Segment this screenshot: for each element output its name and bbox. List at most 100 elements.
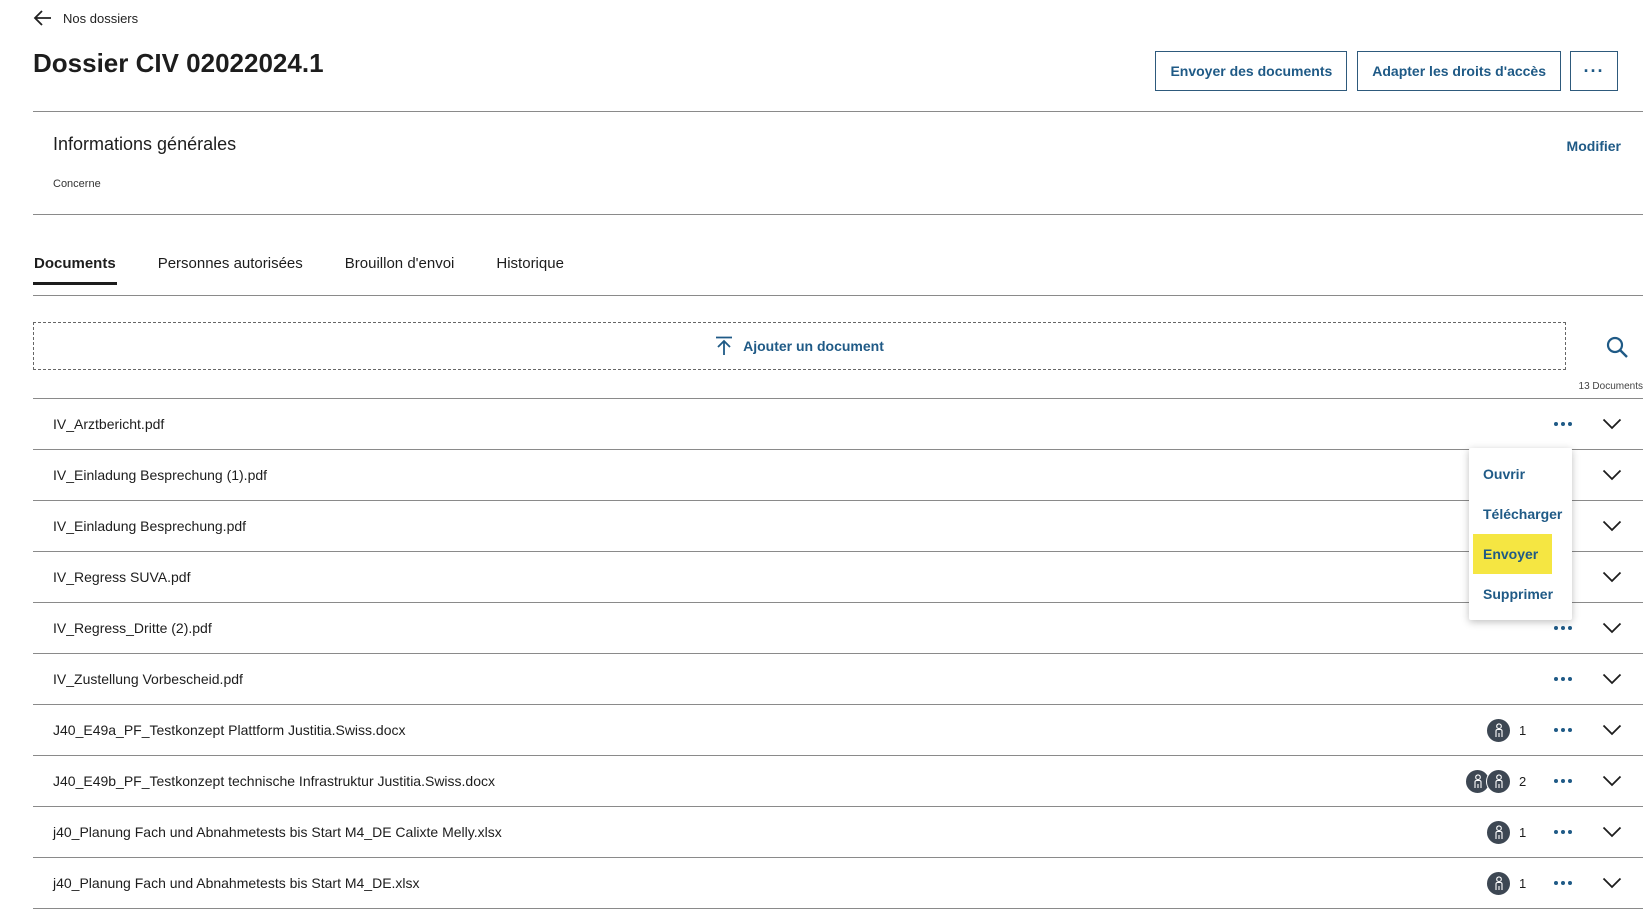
document-row[interactable]: J40_E49b_PF_Testkonzept technische Infra… — [33, 756, 1643, 807]
document-name: IV_Arztbericht.pdf — [53, 416, 165, 432]
chevron-down-icon[interactable] — [1599, 564, 1625, 590]
divider-top — [33, 111, 1643, 112]
chevron-down-icon[interactable] — [1599, 717, 1625, 743]
tab-documents[interactable]: Documents — [33, 255, 117, 285]
context-menu-item-supprimer[interactable]: Supprimer — [1469, 574, 1572, 614]
document-more-button[interactable] — [1549, 767, 1577, 795]
shared-count: 1 — [1519, 824, 1527, 840]
document-row-actions: 1 — [1486, 705, 1643, 755]
dot — [1554, 830, 1558, 834]
upload-icon — [715, 336, 733, 356]
document-row[interactable]: IV_Regress SUVA.pdf — [33, 552, 1643, 603]
document-row-actions: 2 — [1465, 756, 1643, 806]
person-icon — [1486, 717, 1511, 743]
dot — [1554, 881, 1558, 885]
dot — [1561, 728, 1565, 732]
person-icon — [1486, 768, 1511, 794]
document-context-menu: Ouvrir Télécharger Envoyer Supprimer — [1469, 448, 1572, 620]
tab-authorized-persons[interactable]: Personnes autorisées — [157, 255, 304, 282]
document-name: J40_E49b_PF_Testkonzept technische Infra… — [53, 773, 495, 789]
tab-send-draft[interactable]: Brouillon d'envoi — [344, 255, 456, 282]
dot — [1568, 830, 1572, 834]
document-row-actions: 1 — [1486, 858, 1643, 908]
dot — [1561, 779, 1565, 783]
document-name: IV_Regress_Dritte (2).pdf — [53, 620, 212, 636]
dot — [1568, 881, 1572, 885]
dot — [1568, 626, 1572, 630]
shared-count: 2 — [1519, 773, 1527, 789]
document-more-button[interactable] — [1549, 869, 1577, 897]
general-info-subject: Concerne — [53, 178, 101, 190]
header-more-button[interactable]: ··· — [1570, 51, 1618, 91]
document-count: 13 Documents — [1578, 381, 1643, 392]
chevron-down-icon[interactable] — [1599, 768, 1625, 794]
person-icon — [1486, 819, 1511, 845]
divider-tabs — [33, 295, 1643, 296]
header-actions: Envoyer des documents Adapter les droits… — [1155, 51, 1561, 91]
chevron-down-icon[interactable] — [1599, 615, 1625, 641]
document-row[interactable]: IV_Zustellung Vorbescheid.pdf — [33, 654, 1643, 705]
document-more-button[interactable] — [1549, 410, 1577, 438]
context-menu-item-envoyer[interactable]: Envoyer — [1473, 534, 1552, 574]
back-link[interactable]: Nos dossiers — [33, 8, 138, 28]
more-dots-icon: ··· — [1583, 60, 1605, 81]
document-name: IV_Zustellung Vorbescheid.pdf — [53, 671, 243, 687]
document-name: j40_Planung Fach und Abnahmetests bis St… — [53, 875, 420, 891]
document-row-actions — [1549, 654, 1643, 704]
document-row[interactable]: j40_Planung Fach und Abnahmetests bis St… — [33, 807, 1643, 858]
dot — [1561, 881, 1565, 885]
chevron-down-icon[interactable] — [1599, 870, 1625, 896]
shared-count: 1 — [1519, 722, 1527, 738]
document-name: IV_Einladung Besprechung.pdf — [53, 518, 247, 534]
document-row[interactable]: IV_Einladung Besprechung.pdf — [33, 501, 1643, 552]
dot — [1561, 830, 1565, 834]
dot — [1554, 626, 1558, 630]
tab-history[interactable]: Historique — [495, 255, 565, 282]
add-document-label: Ajouter un document — [743, 338, 884, 354]
general-info-title: Informations générales — [53, 134, 237, 154]
shared-with-avatars — [1486, 819, 1511, 845]
context-menu-item-tlcharger[interactable]: Télécharger — [1469, 494, 1572, 534]
document-more-button[interactable] — [1549, 818, 1577, 846]
dot — [1568, 728, 1572, 732]
dot — [1554, 677, 1558, 681]
dot — [1561, 677, 1565, 681]
document-name: j40_Planung Fach und Abnahmetests bis St… — [53, 824, 502, 840]
document-row[interactable]: IV_Einladung Besprechung (1).pdf — [33, 450, 1643, 501]
adapt-access-rights-button[interactable]: Adapter les droits d'accès — [1357, 51, 1561, 91]
chevron-down-icon[interactable] — [1599, 666, 1625, 692]
search-icon — [1606, 336, 1628, 358]
chevron-down-icon[interactable] — [1599, 411, 1625, 437]
modify-link[interactable]: Modifier — [1567, 138, 1621, 154]
page: Nos dossiers Dossier CIV 02022024.1 Envo… — [0, 0, 1643, 919]
document-row-actions: 1 — [1486, 807, 1643, 857]
document-more-button[interactable] — [1549, 665, 1577, 693]
document-name: IV_Regress SUVA.pdf — [53, 569, 191, 585]
shared-with-avatars — [1486, 870, 1511, 896]
tab-bar: Documents Personnes autorisées Brouillon… — [33, 255, 565, 285]
document-more-button[interactable] — [1549, 716, 1577, 744]
document-name: IV_Einladung Besprechung (1).pdf — [53, 467, 268, 483]
back-link-label: Nos dossiers — [63, 10, 139, 26]
arrow-left-icon — [33, 10, 51, 26]
dot — [1554, 779, 1558, 783]
document-row[interactable]: J40_E49a_PF_Testkonzept Plattform Justit… — [33, 705, 1643, 756]
dot — [1554, 422, 1558, 426]
document-list: IV_Arztbericht.pdf IV_Einladung Besprechu… — [33, 398, 1643, 909]
chevron-down-icon[interactable] — [1599, 462, 1625, 488]
document-row[interactable]: IV_Regress_Dritte (2).pdf — [33, 603, 1643, 654]
dot — [1568, 677, 1572, 681]
chevron-down-icon[interactable] — [1599, 513, 1625, 539]
document-row[interactable]: j40_Planung Fach und Abnahmetests bis St… — [33, 858, 1643, 909]
dot — [1554, 728, 1558, 732]
divider-info — [33, 214, 1643, 215]
shared-with-avatars — [1486, 717, 1511, 743]
context-menu-item-ouvrir[interactable]: Ouvrir — [1469, 454, 1572, 494]
dot — [1561, 422, 1565, 426]
document-row-actions — [1549, 399, 1643, 449]
add-document-dropzone[interactable]: Ajouter un document — [33, 322, 1566, 370]
document-row[interactable]: IV_Arztbericht.pdf — [33, 399, 1643, 450]
chevron-down-icon[interactable] — [1599, 819, 1625, 845]
search-button[interactable] — [1605, 335, 1629, 359]
send-documents-button[interactable]: Envoyer des documents — [1155, 51, 1348, 91]
